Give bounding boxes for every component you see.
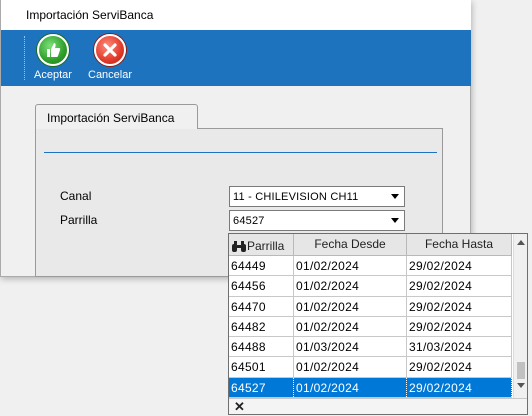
- binoculars-icon: [232, 240, 246, 252]
- chevron-down-icon[interactable]: [386, 187, 404, 206]
- cell-parrilla: 64527: [229, 377, 294, 398]
- parrilla-value[interactable]: 64527: [233, 215, 265, 227]
- cell-parrilla: 64501: [229, 357, 294, 377]
- cell-parrilla: 64470: [229, 296, 294, 316]
- table-row[interactable]: 64470 01/02/2024 29/02/2024: [229, 296, 512, 317]
- header-fecha-hasta[interactable]: Fecha Hasta: [407, 234, 512, 255]
- close-circle-icon: [94, 34, 127, 66]
- cell-fecha-desde: 01/02/2024: [294, 276, 407, 296]
- cell-parrilla: 64449: [229, 256, 294, 276]
- cell-parrilla: 64488: [229, 337, 294, 357]
- grid-rows: 64449 01/02/2024 29/02/2024 64456 01/02/…: [229, 256, 512, 399]
- thumbs-up-icon: [36, 34, 69, 66]
- canal-label: Canal: [60, 189, 92, 203]
- cell-fecha-desde: 01/02/2024: [294, 296, 407, 316]
- table-row[interactable]: 64488 01/03/2024 31/03/2024: [229, 337, 512, 358]
- toolbar-grip[interactable]: [24, 36, 26, 80]
- cell-fecha-hasta: 29/02/2024: [407, 377, 512, 398]
- parrilla-select[interactable]: 64527: [229, 210, 405, 231]
- scroll-down-icon[interactable]: [517, 383, 525, 388]
- table-row[interactable]: 64449 01/02/2024 29/02/2024: [229, 256, 512, 277]
- chevron-down-icon[interactable]: [386, 211, 404, 230]
- title-bar: Importación ServiBanca: [1, 0, 471, 30]
- cell-fecha-hasta: 29/02/2024: [407, 276, 512, 296]
- tab-importacion-servibanca[interactable]: Importación ServiBanca: [35, 104, 198, 129]
- scroll-up-icon[interactable]: [517, 240, 525, 245]
- cell-fecha-desde: 01/02/2024: [294, 357, 407, 377]
- vertical-scrollbar[interactable]: [513, 234, 527, 398]
- cancel-button[interactable]: Cancelar: [88, 34, 132, 81]
- close-icon[interactable]: ✕: [234, 399, 245, 415]
- table-row[interactable]: 64482 01/02/2024 29/02/2024: [229, 316, 512, 338]
- table-row-selected[interactable]: 64527 01/02/2024 29/02/2024: [229, 377, 512, 399]
- header-parrilla[interactable]: Parrilla: [229, 234, 294, 255]
- accept-label: Aceptar: [34, 69, 72, 81]
- accept-button[interactable]: Aceptar: [34, 34, 72, 81]
- table-row[interactable]: 64501 01/02/2024 29/02/2024: [229, 357, 512, 378]
- window-title: Importación ServiBanca: [26, 8, 154, 22]
- cell-fecha-desde: 01/02/2024: [294, 377, 407, 398]
- cell-fecha-desde: 01/03/2024: [294, 337, 407, 357]
- section-divider: [44, 152, 437, 153]
- header-fecha-desde[interactable]: Fecha Desde: [294, 234, 407, 255]
- cancel-label: Cancelar: [88, 69, 133, 81]
- cell-fecha-hasta: 31/03/2024: [407, 337, 512, 357]
- table-row[interactable]: 64456 01/02/2024 29/02/2024: [229, 276, 512, 297]
- cell-parrilla: 64456: [229, 276, 294, 296]
- canal-value: 11 - CHILEVISION CH11: [233, 191, 359, 203]
- toolbar: Aceptar Cancelar: [1, 30, 471, 86]
- cell-fecha-hasta: 29/02/2024: [407, 256, 512, 276]
- cell-fecha-desde: 01/02/2024: [294, 256, 407, 276]
- grid-footer: ✕: [229, 398, 527, 414]
- grid-header: Parrilla Fecha Desde Fecha Hasta: [229, 234, 512, 256]
- cell-fecha-hasta: 29/02/2024: [407, 357, 512, 377]
- parrilla-dropdown-grid: Parrilla Fecha Desde Fecha Hasta 64449 0…: [228, 233, 528, 415]
- parrilla-label: Parrilla: [60, 213, 98, 227]
- cell-parrilla: 64482: [229, 316, 294, 337]
- scroll-thumb[interactable]: [517, 362, 525, 379]
- canal-select[interactable]: 11 - CHILEVISION CH11: [229, 186, 405, 207]
- cell-fecha-hasta: 29/02/2024: [407, 316, 512, 337]
- cell-fecha-desde: 01/02/2024: [294, 316, 407, 337]
- cell-fecha-hasta: 29/02/2024: [407, 296, 512, 316]
- header-parrilla-label: Parrilla: [247, 239, 285, 253]
